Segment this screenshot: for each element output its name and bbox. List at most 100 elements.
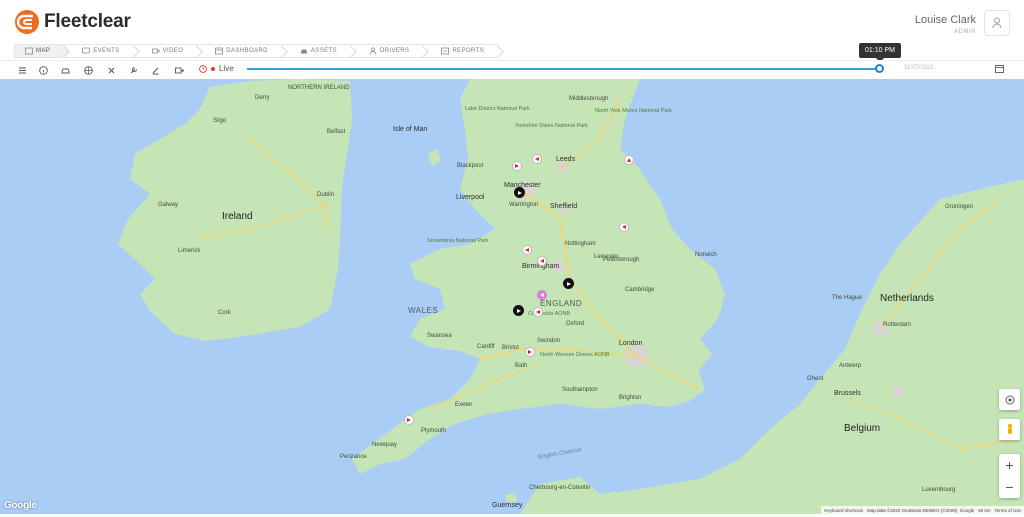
country-label: Netherlands xyxy=(880,293,934,304)
zoom-control: + − xyxy=(999,454,1020,498)
city-label: Limerick xyxy=(178,248,201,254)
user-role: ADMIN xyxy=(954,29,976,35)
vehicle-marker[interactable] xyxy=(537,256,547,266)
globe-icon xyxy=(83,65,93,75)
city-label: Bath xyxy=(515,363,528,369)
tab-events[interactable]: EVENTS xyxy=(64,44,140,58)
city-label: The Hague xyxy=(832,295,862,301)
vehicle-marker[interactable] xyxy=(532,154,542,164)
city-label: Galway xyxy=(158,202,179,208)
pen-icon xyxy=(152,67,158,74)
terms-link[interactable]: Terms of Use xyxy=(994,508,1021,513)
country-label: Belgium xyxy=(844,423,881,434)
fleetclear-logo-icon xyxy=(15,10,39,34)
navigation-arrow-icon xyxy=(517,190,522,195)
vehicle-marker-selected[interactable] xyxy=(563,278,574,289)
city-label: Newquay xyxy=(372,442,398,448)
vehicle-marker[interactable] xyxy=(512,161,522,171)
tab-dashboard[interactable]: DASHBOARD xyxy=(197,44,288,58)
tab-map[interactable]: MAP xyxy=(14,44,71,58)
city-label: Cardiff xyxy=(477,344,495,350)
navigation-arrow-icon xyxy=(627,158,631,162)
zoom-out-button[interactable]: − xyxy=(999,476,1020,498)
country-label: Ireland xyxy=(222,211,253,222)
street-view-pegman-button[interactable] xyxy=(999,419,1020,440)
wrench-button[interactable] xyxy=(128,65,138,75)
map-data-credit: Map data ©2022 GeoBasis-DE/BKG (©2009), … xyxy=(867,507,975,513)
vehicle-marker-selected[interactable] xyxy=(513,305,524,316)
list-view-button[interactable] xyxy=(17,65,27,75)
vehicle-marker[interactable] xyxy=(624,155,634,165)
tools-button[interactable] xyxy=(106,65,116,75)
map-canvas[interactable]: NORTHERN IRELAND Ireland WALES ENGLAND N… xyxy=(0,79,1024,514)
vehicle-marker[interactable] xyxy=(404,415,414,425)
chat-icon xyxy=(82,47,91,54)
city-label: Belfast xyxy=(327,129,346,135)
navigation-arrow-icon xyxy=(622,225,626,229)
map-attribution: Keyboard shortcuts Map data ©2022 GeoBas… xyxy=(821,506,1024,514)
navigation-arrow-icon xyxy=(516,308,521,313)
video-icon xyxy=(151,48,160,54)
city-label: Leeds xyxy=(556,156,576,163)
city-label: Norwich xyxy=(695,252,717,258)
navigation-arrow-icon xyxy=(407,418,411,422)
tab-assets[interactable]: ASSETS xyxy=(281,44,357,58)
vehicle-marker-selected[interactable] xyxy=(514,187,525,198)
navigation-arrow-icon xyxy=(515,164,519,168)
park-label: Lake District National Park xyxy=(465,106,530,112)
navigation-arrow-icon xyxy=(528,350,532,354)
pen-button[interactable] xyxy=(150,65,160,75)
navigation-arrow-icon xyxy=(540,293,544,297)
person-icon xyxy=(369,47,377,55)
dashboard-icon xyxy=(215,47,224,55)
park-label: North Wessex Downs AONB xyxy=(540,352,610,358)
zoom-in-button[interactable]: + xyxy=(999,454,1020,476)
tab-drivers[interactable]: DRIVERS xyxy=(350,44,430,58)
city-label: Cambridge xyxy=(625,287,655,293)
vehicle-marker[interactable] xyxy=(525,347,535,357)
city-label: Peterborough xyxy=(603,257,640,263)
info-button[interactable] xyxy=(38,65,48,75)
vehicle-marker[interactable] xyxy=(522,245,532,255)
list-icon xyxy=(18,67,26,73)
camera-button[interactable] xyxy=(174,65,184,75)
vehicle-marker[interactable] xyxy=(619,222,629,232)
keyboard-shortcuts-link[interactable]: Keyboard shortcuts xyxy=(824,508,863,513)
tab-video[interactable]: VIDEO xyxy=(133,44,204,58)
city-label: Nottingham xyxy=(565,241,596,247)
sea-label: Isle of Man xyxy=(393,126,428,133)
park-label: Yorkshire Dales National Park xyxy=(515,123,588,129)
vehicle-button[interactable] xyxy=(60,65,70,75)
user-icon xyxy=(992,17,1002,29)
city-label: Cork xyxy=(218,310,231,316)
user-info[interactable]: Louise Clark ADMIN xyxy=(915,14,976,35)
calendar-icon[interactable] xyxy=(995,64,1004,73)
tab-reports[interactable]: REPORTS xyxy=(423,44,505,58)
live-toggle[interactable]: Live xyxy=(199,64,234,73)
map-icon xyxy=(25,47,33,55)
city-label: London xyxy=(619,340,643,347)
city-label: Bristol xyxy=(502,345,519,351)
vehicle-marker-alert[interactable] xyxy=(537,290,547,300)
live-label: Live xyxy=(219,64,234,73)
my-location-button[interactable] xyxy=(999,389,1020,410)
city-label: Penzance xyxy=(340,454,367,460)
park-label: Snowdonia National Park xyxy=(427,238,489,244)
city-label: Guernsey xyxy=(492,502,523,509)
user-avatar-button[interactable] xyxy=(984,10,1010,36)
globe-button[interactable] xyxy=(83,65,93,75)
tab-label: DASHBOARD xyxy=(226,48,268,54)
app-logo[interactable]: Fleetclear xyxy=(14,9,131,35)
timeline-slider-track[interactable] xyxy=(247,68,880,70)
user-name: Louise Clark xyxy=(914,14,976,26)
wrench-icon xyxy=(130,66,137,73)
vehicle-marker[interactable] xyxy=(533,307,543,317)
city-label: Cherbourg-en-Cotentin xyxy=(529,485,591,491)
park-label: North York Moors National Park xyxy=(595,108,673,114)
tools-icon xyxy=(108,67,114,73)
live-dot-icon xyxy=(211,66,215,71)
city-label: Brussels xyxy=(834,390,861,397)
navigation-arrow-icon xyxy=(566,281,571,286)
timeline-slider-handle[interactable] xyxy=(875,64,884,73)
tab-label: VIDEO xyxy=(162,48,184,54)
